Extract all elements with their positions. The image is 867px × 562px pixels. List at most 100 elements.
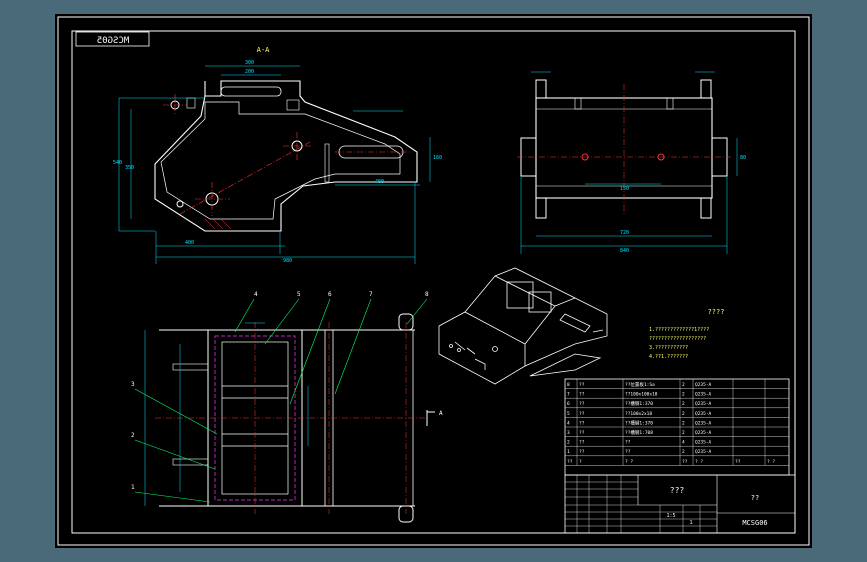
- balloon-1: 1: [131, 484, 135, 491]
- balloon-8: 8: [425, 291, 429, 298]
- bom-cell-no: ??: [567, 459, 573, 465]
- bom-cell-spec: ??槽钢1:708: [625, 429, 653, 436]
- code-tag: MCSG05: [75, 31, 150, 47]
- bom-cell-no: 6: [567, 401, 570, 407]
- bom-cell-name: ??: [579, 420, 585, 426]
- bom-cell-weight: ??: [735, 459, 741, 465]
- bom-cell-material: Q235-A: [695, 392, 712, 398]
- bom-cell-name: ??: [579, 430, 585, 436]
- small-hole: [176, 200, 184, 208]
- section-centerlines: [163, 94, 410, 216]
- part-name: ???: [670, 486, 685, 495]
- tech-notes-title: ????: [708, 308, 725, 316]
- bom-cell-spec: ??槽钢1:370: [625, 419, 653, 426]
- svg-text:200: 200: [245, 69, 254, 75]
- drawing-sheet: MCSG05 A-A 980 400 540 350 300 200 160 4…: [55, 14, 812, 548]
- front-centerlines: [517, 84, 731, 214]
- company-name: ??: [751, 494, 759, 502]
- balloon-3: 3: [131, 381, 135, 388]
- bom-cell-no: 2: [567, 440, 570, 446]
- top-slot: [220, 86, 282, 97]
- bom-cell-material: Q235-A: [695, 449, 712, 455]
- balloon-6: 6: [328, 291, 332, 298]
- bom-cell-material: Q235-A: [695, 430, 712, 436]
- drawing-code: MCSG06: [742, 519, 767, 527]
- svg-text:980: 980: [283, 258, 292, 264]
- scale-value: 1:5: [666, 513, 675, 519]
- bom-cell-no: 8: [567, 382, 570, 388]
- outer-border: [57, 16, 810, 546]
- view-plan: A: [144, 313, 443, 523]
- svg-text:160: 160: [433, 155, 442, 161]
- bom-cell-spec: ? ?: [625, 459, 633, 465]
- section-dim-text: 980 400 540350 300 200 160 400: [113, 60, 442, 264]
- balloon-4: 4: [254, 291, 258, 298]
- svg-text:840: 840: [620, 248, 629, 254]
- section-cut-marker: A: [426, 410, 443, 426]
- bom-cell-name: ??: [579, 449, 585, 455]
- cad-drawing-canvas: MCSG05 A-A 980400 540350 300200 160400 8…: [57, 16, 810, 546]
- side-plate-outline: [154, 80, 418, 232]
- bom-cell-material: ? ?: [695, 459, 703, 465]
- svg-text:300: 300: [245, 60, 254, 66]
- bom-cell-spec: ??槽钢1:370: [625, 400, 653, 407]
- balloon-7: 7: [369, 291, 373, 298]
- bom-cell-material: Q235-A: [695, 401, 712, 407]
- tech-notes: ???? 1.?????????????1???? ??????????????…: [649, 308, 724, 360]
- bom-cell-name: ??: [579, 401, 585, 407]
- bom-cell-spec: ??100x100x18: [625, 392, 658, 398]
- bom-cell-qty: ??: [682, 459, 688, 465]
- cut-arrow-label: A: [439, 410, 443, 417]
- svg-text:80: 80: [740, 155, 746, 161]
- view-front: 840 720 150 80: [517, 71, 746, 254]
- bom-cell-name: ?: [579, 459, 582, 465]
- bom-cell-qty: 2: [682, 420, 685, 426]
- bom-cell-qty: 2: [682, 430, 685, 436]
- balloon-callouts: 4 5 6 7 8 3 2 1: [131, 291, 429, 503]
- tech-note-4: 4.??1.???????: [649, 354, 688, 360]
- sheet-count: 1: [689, 520, 692, 526]
- plan-dimensions: [144, 322, 309, 506]
- bom-cell-name: ??: [579, 382, 585, 388]
- view-section-aa: A-A 980400 540350 300200 160400: [113, 46, 442, 264]
- bom-cell-spec: ??100x2x18: [625, 411, 652, 417]
- bom-cell-qty: 2: [682, 392, 685, 398]
- tech-note-1: 1.?????????????1????: [649, 327, 709, 333]
- bom-cell-material: Q235-A: [695, 420, 712, 426]
- svg-text:720: 720: [620, 230, 629, 236]
- plan-centerlines: [155, 322, 427, 514]
- title-block: ??? ?? MCSG06 1:5 1: [564, 474, 796, 534]
- svg-text:400: 400: [185, 240, 194, 246]
- bom-cell-note: ? ?: [767, 459, 775, 465]
- bom-cell-spec: ??位置板1:Sa: [625, 381, 655, 388]
- bom-cell-qty: 2: [682, 401, 685, 407]
- tech-note-3: 3.???????????: [649, 345, 688, 351]
- bom-cell-no: 1: [567, 449, 570, 455]
- bom-table: 8?? ??位置板1:Sa 2 Q235-A 7?? ??100x100x18 2 Q235-…: [564, 378, 790, 476]
- bom-cell-spec: ??: [625, 449, 631, 455]
- tech-note-2: ???????????????????: [649, 336, 706, 342]
- bom-cell-name: ??: [579, 411, 585, 417]
- bom-cell-name: ??: [579, 440, 585, 446]
- svg-text:350: 350: [125, 165, 134, 171]
- svg-text:150: 150: [620, 186, 629, 192]
- bom-cell-no: 5: [567, 411, 570, 417]
- bom-cell-qty: 2: [682, 449, 685, 455]
- balloon-5: 5: [297, 291, 301, 298]
- svg-text:400: 400: [375, 179, 384, 185]
- svg-text:540: 540: [113, 160, 122, 166]
- bom-cell-no: 7: [567, 392, 570, 398]
- title-grid: [565, 475, 717, 533]
- view-isometric: [438, 267, 608, 385]
- bom-cell-name: ??: [579, 392, 585, 398]
- bom-cell-spec: ??: [625, 440, 631, 446]
- bom-cell-qty: 4: [682, 440, 685, 446]
- bom-cell-no: 4: [567, 420, 570, 426]
- balloon-2: 2: [131, 432, 135, 439]
- front-dimensions: [520, 71, 738, 254]
- bom-cell-no: 3: [567, 430, 570, 436]
- code-tag-text: MCSG05: [97, 36, 130, 46]
- bom-cell-material: Q235-A: [695, 411, 712, 417]
- bom-cell-qty: 2: [682, 411, 685, 417]
- bom-cell-material: Q235-A: [695, 382, 712, 388]
